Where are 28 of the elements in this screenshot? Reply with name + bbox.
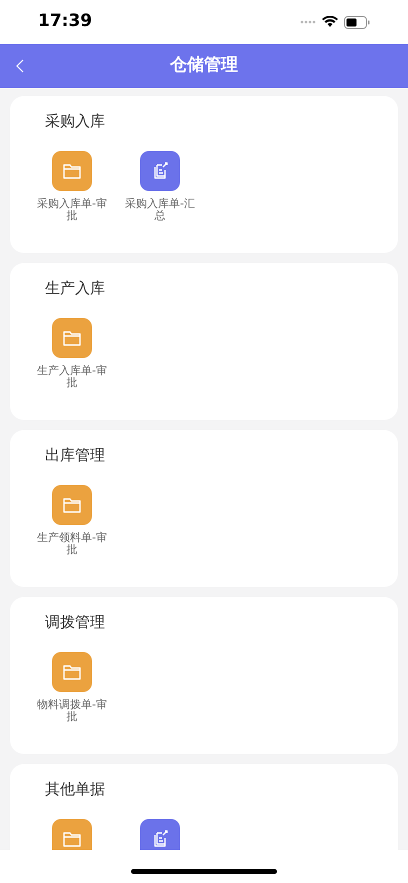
page-title: 仓储管理 xyxy=(170,54,238,78)
app-label: 生产领料单-审批 xyxy=(36,532,108,556)
section-title: 生产入库 xyxy=(45,278,106,299)
folder-icon xyxy=(63,664,81,680)
folder-icon xyxy=(63,497,81,513)
app-tile[interactable] xyxy=(52,652,92,692)
app-tile[interactable] xyxy=(140,151,180,191)
section-title: 调拨管理 xyxy=(45,612,106,633)
wifi-icon xyxy=(322,16,338,28)
section-title: 其他单据 xyxy=(45,779,106,800)
folder-icon xyxy=(63,163,81,179)
app-tile[interactable] xyxy=(52,151,92,191)
battery-icon xyxy=(344,16,370,28)
app-tile[interactable] xyxy=(140,819,180,850)
app-tile[interactable] xyxy=(52,819,92,850)
app-label: 物料调拨单-审批 xyxy=(36,699,108,723)
signal-icon xyxy=(300,20,316,24)
section-title: 采购入库 xyxy=(45,111,106,132)
status-time: 17:39 xyxy=(38,10,92,34)
section-title: 出库管理 xyxy=(45,445,106,466)
app-label: 采购入库单-汇总 xyxy=(124,198,196,222)
folder-icon xyxy=(63,330,81,346)
app-label: 生产入库单-审批 xyxy=(36,365,108,389)
folder-icon xyxy=(63,831,81,847)
app-tile[interactable] xyxy=(52,485,92,525)
back-icon xyxy=(16,59,24,73)
app-label: 采购入库单-审批 xyxy=(36,198,108,222)
app-tile[interactable] xyxy=(52,318,92,358)
